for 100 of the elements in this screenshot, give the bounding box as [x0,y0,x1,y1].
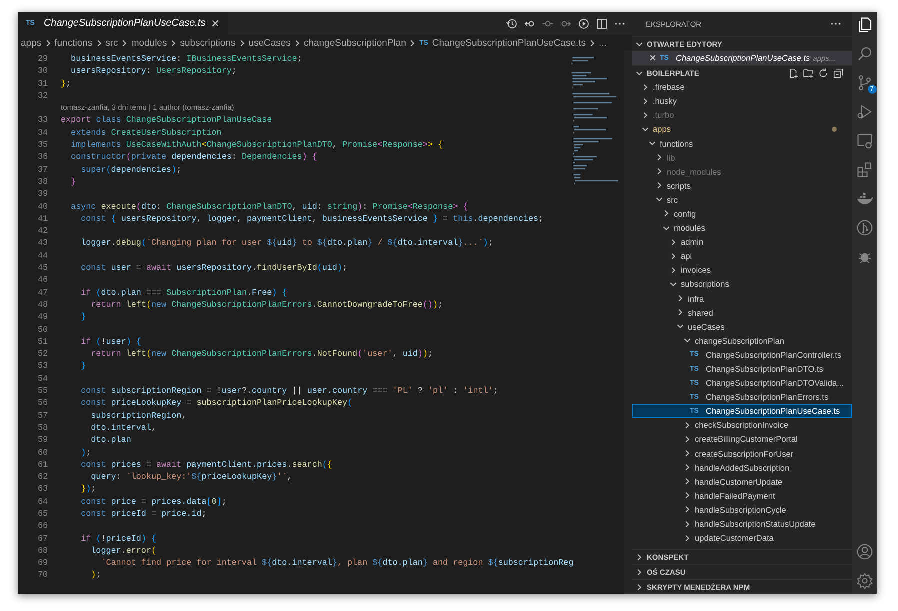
folder-tree-item[interactable]: checkSubscriptionInvoice [632,418,852,432]
code-line: const subscriptionRegion = !user?.country || user.country === 'PL' ? 'pl' : 'intl'; [80,385,498,398]
line-number: 36 [36,151,48,164]
folder-tree-item[interactable]: functions [632,136,852,151]
folder-tree-item[interactable]: scripts [632,178,852,193]
code-line: if (!priceId) { [80,532,157,545]
folder-tree-item[interactable]: config [632,206,852,222]
line-number: 41 [36,212,48,226]
folder-tree-item[interactable]: invoices [632,263,852,278]
line-number: 69 [36,557,48,570]
folder-tree-item[interactable]: handleSubscriptionCycle [632,502,852,517]
folder-tree-item[interactable]: subscriptions [632,277,852,292]
breadcrumb-item[interactable]: changeSubscriptionPlan [304,38,406,48]
code-line: } [80,311,86,324]
line-number: 39 [36,188,48,201]
folder-tree-item[interactable]: useCases [632,320,852,334]
history-icon[interactable] [506,18,518,30]
code-line: export class ChangeSubscriptionPlanUseCase [61,114,272,127]
code-line: const priceId = price.id; [80,508,207,520]
folder-tree-item[interactable]: .husky [632,94,852,108]
close-icon[interactable] [210,19,220,28]
line-number: 44 [36,250,48,262]
line-number: 43 [36,237,48,250]
folder-tree-item[interactable]: createBillingCustomerPortal [632,432,852,447]
folder-tree-item[interactable]: infra [632,292,852,306]
breadcrumb-item[interactable]: src [106,38,118,48]
code-line: if (!user) { [80,336,142,348]
line-number: 64 [36,496,48,508]
collapse-all-icon [833,68,844,79]
code-line: extends CreateUserSubscription [70,126,222,140]
folder-tree-item[interactable]: src [632,192,852,207]
line-number: 40 [36,200,48,213]
code-line: implements UseCaseWithAuth<ChangeSubscriptionPlanDTO, Promise<Response>> { [70,139,444,152]
run-circle-icon[interactable] [578,18,590,30]
line-number: 70 [36,569,48,582]
folder-tree-item[interactable]: updateCustomerData [632,531,852,546]
extensions-icon[interactable] [856,161,874,179]
remote-explorer-icon[interactable] [856,132,874,150]
settings-icon[interactable] [856,572,874,590]
folder-tree-item[interactable]: createSubscriptionForUser [632,446,852,461]
breadcrumb-item[interactable]: apps [21,38,42,48]
breadcrumb-item[interactable]: subscriptions [180,38,236,48]
breadcrumb-item[interactable]: ... [599,38,607,48]
folder-tree-item[interactable]: modules [632,221,852,236]
code-line: subscriptionRegion, [90,410,187,422]
line-number: 61 [36,458,48,472]
folder-tree-item[interactable]: handleAddedSubscription [632,460,852,475]
line-number: 35 [36,139,48,152]
folder-tree-item[interactable]: handleFailedPayment [632,488,852,503]
line-number: 38 [36,176,48,188]
folder-tree-item[interactable]: handleCustomerUpdate [632,474,852,489]
line-number: 51 [36,336,48,348]
line-number: 55 [36,385,48,398]
line-number: 32 [36,90,48,102]
modified-dot-icon [832,126,837,132]
line-number: 59 [36,434,48,446]
code-line: async execute(dto: ChangeSubscriptionPlanDTO, uid: string): Promise<Response> { [70,200,468,213]
line-number: 31 [36,78,48,90]
refresh-icon [818,68,829,79]
run-debug-icon[interactable] [856,103,874,121]
breadcrumb-item[interactable]: useCases [248,38,291,48]
folder-tree-item[interactable]: admin [632,235,852,250]
folder-tree-item[interactable]: .firebase [632,80,852,94]
line-number: 66 [36,520,48,533]
code-line: ); [80,446,92,459]
line-number: 68 [36,544,48,558]
new-file-icon [788,68,799,79]
code-line: const user = await usersRepository.findUserById(uid); [80,262,348,274]
line-number: 50 [36,324,48,336]
line-number: 46 [36,274,48,287]
folder-tree-item[interactable]: apps [632,122,852,136]
code-line: return left(new ChangeSubscriptionPlanErrors.CannotDowngradeToFree()); [90,298,444,312]
code-line: query: `lookup_key:'${priceLookupKey}'`, [90,471,292,484]
chevron-right-icon [120,38,130,48]
chevron-right-icon [662,209,671,218]
chevron-right-icon [408,38,418,48]
line-number: 48 [36,298,48,312]
folder-tree-item[interactable]: changeSubscriptionPlan [632,334,852,348]
code-line: usersRepository: UsersRepository; [70,65,237,78]
code-line: `Cannot find price for interval ${dto.interval}, plan ${dto.plan} and region ${subscriptionReg [100,557,574,570]
code-line: }); [80,483,96,496]
chevron-right-icon [169,38,178,48]
code-line: return left(new ChangeSubscriptionPlanErrors.NotFound('user', uid)); [90,348,433,360]
code-line: } [80,360,86,373]
code-line: const { usersRepository, logger, paymentClient, businessEventsService } = this.dependencies; [80,212,544,226]
folder-tree-item[interactable]: handleSubscriptionStatusUpdate [632,517,852,532]
code-line: logger.error( [90,544,157,558]
folder-tree-item[interactable]: shared [632,306,852,320]
git-graph-icon[interactable] [856,219,874,237]
line-number: 63 [36,483,48,496]
code-line: constructor(private dependencies: Dependencies) { [70,151,318,164]
code-line: dto.interval, [90,422,156,434]
split-editor-icon[interactable] [596,18,608,30]
line-number: 45 [36,262,48,274]
breadcrumb-item[interactable]: modules [131,38,168,48]
vertical-scrollbar[interactable] [624,51,632,594]
line-number: 62 [36,471,48,484]
folder-tree-item[interactable]: api [632,249,852,264]
breadcrumb-item[interactable]: functions [54,38,93,48]
account-icon[interactable] [856,543,874,561]
